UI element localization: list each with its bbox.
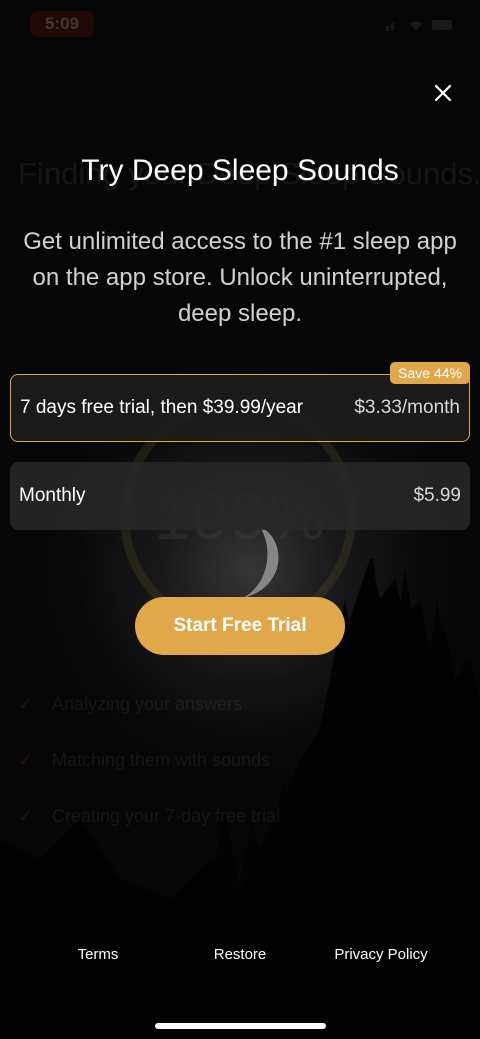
start-free-trial-button[interactable]: Start Free Trial: [135, 597, 345, 655]
paywall-overlay: Try Deep Sleep Sounds Get unlimited acce…: [0, 0, 480, 1039]
plan-label: Monthly: [19, 485, 86, 506]
home-indicator: [155, 1023, 326, 1029]
terms-link[interactable]: Terms: [58, 946, 138, 963]
paywall-subtitle: Get unlimited access to the #1 sleep app…: [23, 228, 457, 327]
close-button[interactable]: [430, 80, 456, 106]
plan-price: $3.33/month: [354, 397, 460, 418]
close-icon: [434, 84, 452, 102]
paywall-title: Try Deep Sleep Sounds: [81, 154, 399, 187]
restore-link[interactable]: Restore: [200, 946, 280, 963]
yearly-plan-option[interactable]: 7 days free trial, then $39.99/year $3.3…: [10, 374, 470, 442]
plan-price: $5.99: [413, 485, 461, 506]
monthly-plan-option[interactable]: Monthly $5.99: [10, 462, 470, 530]
save-badge: Save 44%: [390, 362, 470, 384]
plan-label: 7 days free trial, then $39.99/year: [20, 397, 304, 418]
privacy-policy-link[interactable]: Privacy Policy: [321, 946, 441, 963]
